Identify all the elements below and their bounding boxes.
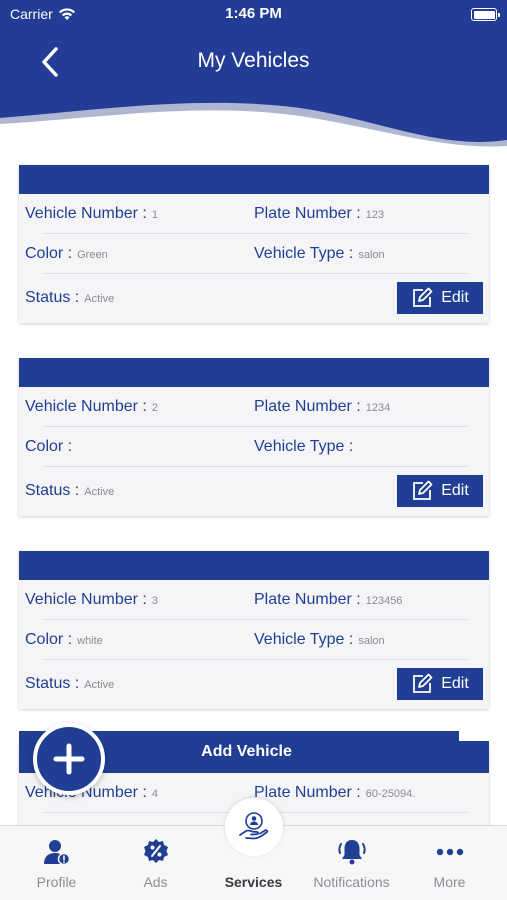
edit-button[interactable]: Edit — [397, 475, 483, 507]
plate-number-field: Plate Number : 123 — [254, 205, 384, 223]
card-row: Status : Active Edit — [19, 276, 489, 320]
page-title: My Vehicles — [197, 49, 310, 72]
color-label: Color : — [25, 438, 73, 455]
vehicle-number-value: 4 — [151, 788, 158, 800]
plate-number-field: Plate Number : 123456 — [254, 591, 402, 609]
plate-number-value: 123 — [365, 209, 385, 221]
divider — [43, 659, 467, 660]
vehicle-number-label: Vehicle Number : — [25, 591, 147, 608]
vehicle-type-label: Vehicle Type : — [254, 245, 354, 262]
vehicle-type-field: Vehicle Type : salon — [254, 245, 385, 263]
vehicle-card: Vehicle Number : 1 Plate Number : 123 Co… — [19, 165, 489, 323]
color-field: Color : Green — [25, 245, 108, 263]
plate-number-value: 1234 — [365, 402, 391, 414]
vehicle-type-field: Vehicle Type : — [254, 438, 358, 456]
status-value: Active — [84, 293, 115, 305]
color-field: Color : white — [25, 631, 103, 649]
card-row: Color : white Vehicle Type : salon — [19, 620, 489, 660]
divider — [43, 466, 467, 467]
status-label: Status : — [25, 675, 80, 692]
status-bar: Carrier 1:46 PM — [0, 0, 507, 30]
tab-label: Profile — [36, 874, 77, 890]
card-header — [19, 165, 489, 194]
profile-icon — [43, 840, 70, 866]
vehicle-number-value: 3 — [151, 595, 158, 607]
status-value: Active — [84, 486, 115, 498]
card-row: Color : Vehicle Type : — [19, 427, 489, 467]
services-button[interactable] — [225, 798, 283, 856]
plate-number-value: 60-25094. — [365, 788, 416, 800]
vehicle-number-label: Vehicle Number : — [25, 205, 147, 222]
vehicle-card: Vehicle Number : 2 Plate Number : 1234 C… — [19, 358, 489, 516]
bell-icon — [337, 840, 366, 865]
vehicle-number-label: Vehicle Number : — [25, 398, 147, 415]
vehicle-number-field: Vehicle Number : 2 — [25, 398, 158, 416]
plate-number-label: Plate Number : — [254, 784, 361, 801]
card-row: Vehicle Number : 1 Plate Number : 123 — [19, 194, 489, 234]
status-value: Active — [84, 679, 115, 691]
tab-profile[interactable]: Profile — [6, 826, 107, 900]
plate-number-field: Plate Number : 1234 — [254, 398, 390, 416]
divider — [43, 273, 467, 274]
vehicle-type-value: salon — [358, 635, 385, 647]
vehicle-number-value: 2 — [151, 402, 158, 414]
tab-label: Notifications — [313, 874, 390, 890]
battery-icon — [471, 8, 500, 21]
plus-icon — [53, 743, 85, 775]
color-field: Color : — [25, 438, 77, 456]
card-row: Color : Green Vehicle Type : salon — [19, 234, 489, 274]
add-vehicle-fab[interactable] — [33, 723, 105, 795]
header: Carrier 1:46 PM My Vehicles — [0, 0, 507, 150]
card-row: Status : Active Edit — [19, 662, 489, 706]
edit-label: Edit — [441, 289, 469, 306]
tab-ads[interactable]: Ads — [105, 826, 206, 900]
services-hand-icon — [239, 812, 269, 840]
vehicle-card: Vehicle Number : 3 Plate Number : 123456… — [19, 551, 489, 709]
plate-number-label: Plate Number : — [254, 398, 361, 415]
vehicle-type-value: salon — [358, 249, 385, 261]
card-row: Status : Active Edit — [19, 469, 489, 513]
edit-label: Edit — [441, 482, 469, 499]
plate-number-field: Plate Number : 60-25094. — [254, 784, 415, 802]
more-dots-icon — [436, 848, 463, 856]
status-label: Status : — [25, 482, 80, 499]
tab-label: Services — [224, 874, 283, 890]
edit-icon — [413, 480, 433, 500]
color-value: white — [77, 635, 103, 647]
status-field: Status : Active — [25, 289, 114, 307]
percent-badge-icon — [143, 839, 168, 863]
status-field: Status : Active — [25, 675, 114, 693]
status-time: 1:46 PM — [225, 5, 282, 22]
card-row: Vehicle Number : 2 Plate Number : 1234 — [19, 387, 489, 427]
vehicle-number-field: Vehicle Number : 1 — [25, 205, 158, 223]
tab-more[interactable]: More — [399, 826, 500, 900]
plate-number-label: Plate Number : — [254, 205, 361, 222]
vehicle-type-field: Vehicle Type : salon — [254, 631, 385, 649]
status-label: Status : — [25, 289, 80, 306]
vehicle-type-label: Vehicle Type : — [254, 438, 354, 455]
edit-label: Edit — [441, 675, 469, 692]
edit-button[interactable]: Edit — [397, 668, 483, 700]
card-header — [19, 358, 489, 387]
status-field: Status : Active — [25, 482, 114, 500]
color-label: Color : — [25, 631, 73, 648]
color-value: Green — [77, 249, 108, 261]
plate-number-value: 123456 — [365, 595, 403, 607]
edit-button[interactable]: Edit — [397, 282, 483, 314]
color-label: Color : — [25, 245, 73, 262]
card-row: Vehicle Number : 3 Plate Number : 123456 — [19, 580, 489, 620]
tab-label: More — [433, 874, 466, 890]
vehicle-number-value: 1 — [151, 209, 158, 221]
edit-icon — [413, 673, 433, 693]
vehicle-number-field: Vehicle Number : 3 — [25, 591, 158, 609]
card-header — [19, 551, 489, 580]
edit-icon — [413, 287, 433, 307]
vehicle-type-label: Vehicle Type : — [254, 631, 354, 648]
tab-notifications[interactable]: Notifications — [301, 826, 402, 900]
tab-label: Ads — [143, 874, 168, 890]
plate-number-label: Plate Number : — [254, 591, 361, 608]
